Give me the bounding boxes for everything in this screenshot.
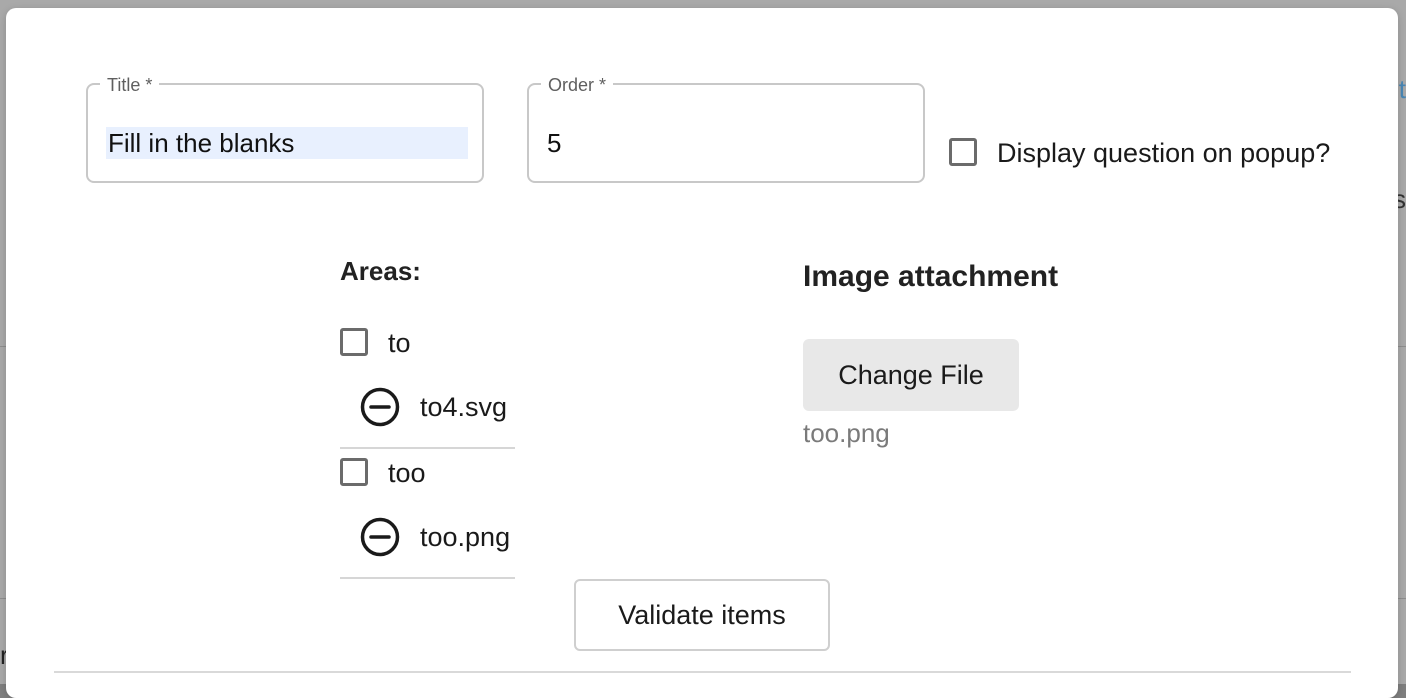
area-divider <box>340 447 515 449</box>
title-field-label: Title * <box>100 75 160 95</box>
order-field-label: Order * <box>541 75 614 95</box>
areas-heading: Areas: <box>340 256 421 286</box>
area-file-name: too.png <box>420 522 511 552</box>
background-link-fragment: t <box>1398 74 1406 104</box>
order-field[interactable]: Order * 5 <box>527 75 925 183</box>
order-input[interactable]: 5 <box>547 127 561 159</box>
area-checkbox-to[interactable] <box>340 328 368 356</box>
change-file-button[interactable]: Change File <box>803 339 1019 411</box>
attached-file-name: too.png <box>803 418 890 448</box>
validate-items-button[interactable]: Validate items <box>574 579 830 651</box>
remove-circle-icon[interactable] <box>360 387 400 427</box>
title-input[interactable]: Fill in the blanks <box>106 127 468 159</box>
area-divider <box>340 577 515 579</box>
display-on-popup-label[interactable]: Display question on popup? <box>997 136 1330 170</box>
display-on-popup-checkbox[interactable] <box>949 138 977 166</box>
image-attachment-heading: Image attachment <box>803 260 1059 293</box>
remove-circle-icon[interactable] <box>360 517 400 557</box>
area-label[interactable]: to <box>388 326 411 360</box>
area-file-name: to4.svg <box>420 392 508 422</box>
dialog-divider <box>54 671 1351 673</box>
area-label[interactable]: too <box>388 456 426 490</box>
edit-question-dialog: Title * Fill in the blanks Order * 5 Dis… <box>6 8 1398 698</box>
title-field[interactable]: Title * Fill in the blanks <box>86 75 484 183</box>
area-checkbox-too[interactable] <box>340 458 368 486</box>
